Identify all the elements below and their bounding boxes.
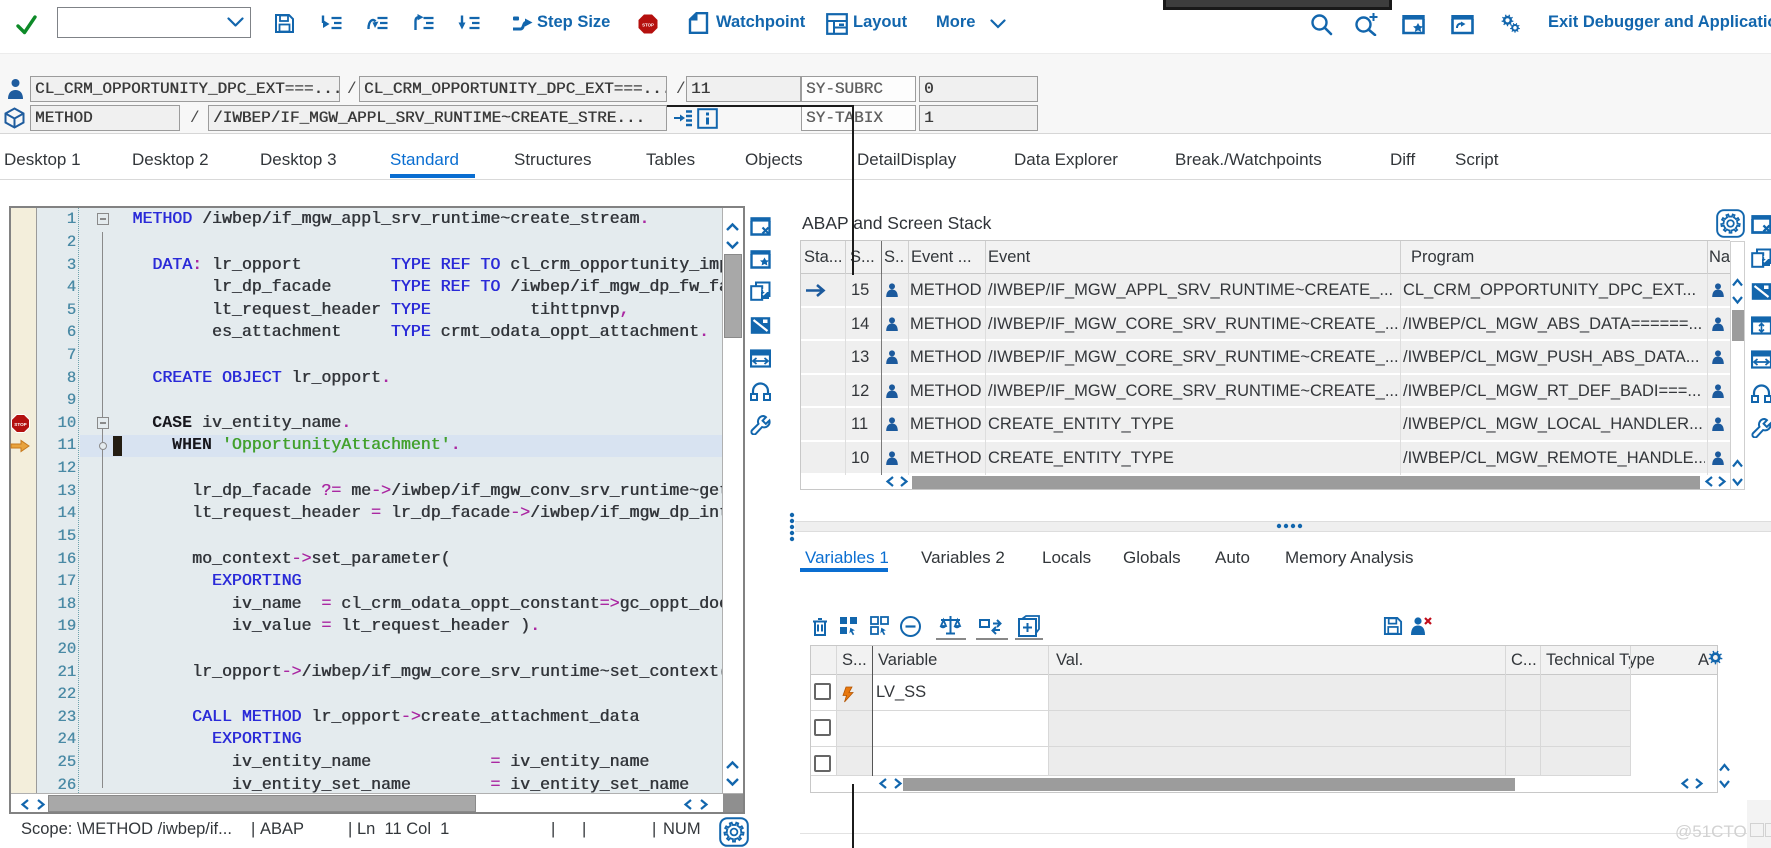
svg-text:STOP: STOP [642, 22, 654, 27]
svg-text:STOP: STOP [14, 422, 26, 427]
